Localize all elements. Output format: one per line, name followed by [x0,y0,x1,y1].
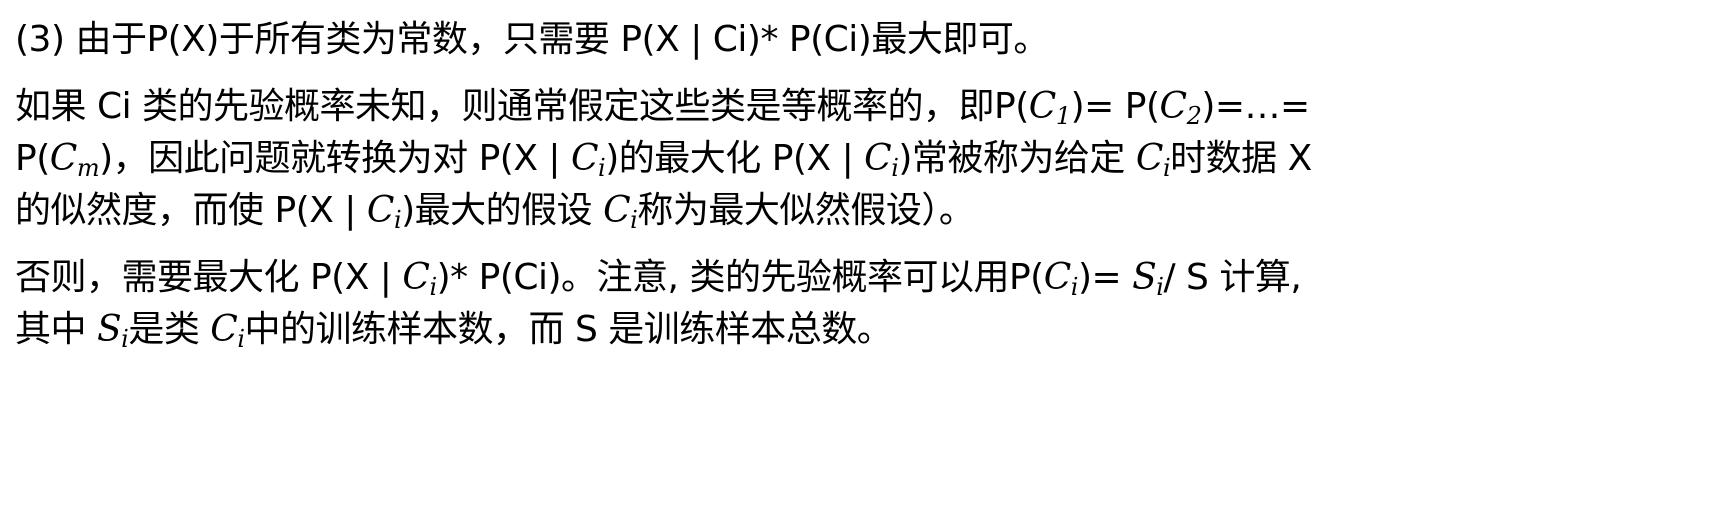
math-symbol: C [402,257,430,298]
text-run: )，因此问题就转换为对 P(X | [99,138,571,179]
math-symbol: C [864,138,892,179]
document-body: (3) 由于P(X)于所有类为常数，只需要 P(X | Ci)* P(Ci)最大… [15,14,1615,356]
math-symbol: C [603,190,631,231]
math-symbol: S [96,309,122,350]
text-run: (3) 由于P(X)于所有类为常数，只需要 P(X | Ci)* P(Ci)最大… [15,19,1049,60]
math-symbol: S [1132,257,1157,298]
math-symbol: C [1028,86,1057,127]
math-variable: Ci [366,190,402,232]
math-variable: Ci [864,138,899,180]
paragraph-3-line-1: 否则，需要最大化 P(X | Ci)* P(Ci)。注意, 类的先验概率可以用P… [15,252,1615,304]
math-variable: Si [96,309,129,351]
math-symbol: C [571,138,599,179]
math-variable: C1 [1028,86,1071,130]
math-subscript: 2 [1186,102,1202,130]
math-symbol: C [1159,86,1188,127]
math-subscript: 1 [1055,102,1071,130]
text-run: 如果 Ci 类的先验概率未知，则通常假定这些类是等概率的，即P( [15,86,1029,127]
math-variable: Ci [1135,138,1171,180]
text-run: / S 计算, [1163,257,1302,298]
math-variable: Cm [49,138,100,182]
text-run: 是类 [128,309,211,350]
text-run: 的似然度，而使 P(X | [15,190,367,231]
math-subscript: i [237,325,245,353]
math-symbol: C [49,138,78,179]
text-run: )最大的假设 [401,190,604,231]
paragraph-2-line-2: P(Cm)，因此问题就转换为对 P(X | Ci)的最大化 P(X | Ci)常… [15,133,1615,185]
paragraph-1-line-1: (3) 由于P(X)于所有类为常数，只需要 P(X | Ci)* P(Ci)最大… [15,14,1615,66]
math-variable: Ci [402,257,437,301]
text-run: )的最大化 P(X | [605,138,865,179]
text-run: )* P(Ci)。注意, 类的先验概率可以用P( [436,257,1045,298]
math-symbol: C [1135,138,1164,179]
text-run: 称为最大似然假设）。 [637,190,975,231]
text-run: )常被称为给定 [898,138,1136,179]
text-run: P( [15,138,50,179]
text-run: 其中 [15,309,97,350]
text-run: )=…= [1201,86,1310,127]
math-variable: C2 [1159,86,1202,130]
text-run: )= P( [1070,86,1160,127]
math-subscript: i [1070,273,1079,301]
text-run: )= [1077,257,1133,298]
text-run: 中的训练样本数，而 S 是训练样本总数。 [244,309,893,350]
math-variable: Ci [603,190,638,232]
paragraph-2-line-3: 的似然度，而使 P(X | Ci)最大的假设 Ci称为最大似然假设）。 [15,185,1615,237]
math-subscript: m [76,154,100,182]
math-symbol: C [210,309,238,350]
math-variable: Si [1132,257,1164,299]
math-subscript: i [429,273,437,301]
math-symbol: C [1043,257,1072,298]
text-run: 时数据 X [1170,138,1312,179]
paragraph-3-line-2: 其中 Si是类 Ci中的训练样本数，而 S 是训练样本总数。 [15,304,1615,356]
math-variable: Ci [1043,257,1079,301]
paragraph-2-line-1: 如果 Ci 类的先验概率未知，则通常假定这些类是等概率的，即P(C1)= P(C… [15,81,1615,133]
math-variable: Ci [571,138,606,180]
math-variable: Ci [210,309,245,353]
math-symbol: C [366,190,395,231]
text-run: 否则，需要最大化 P(X | [15,257,403,298]
